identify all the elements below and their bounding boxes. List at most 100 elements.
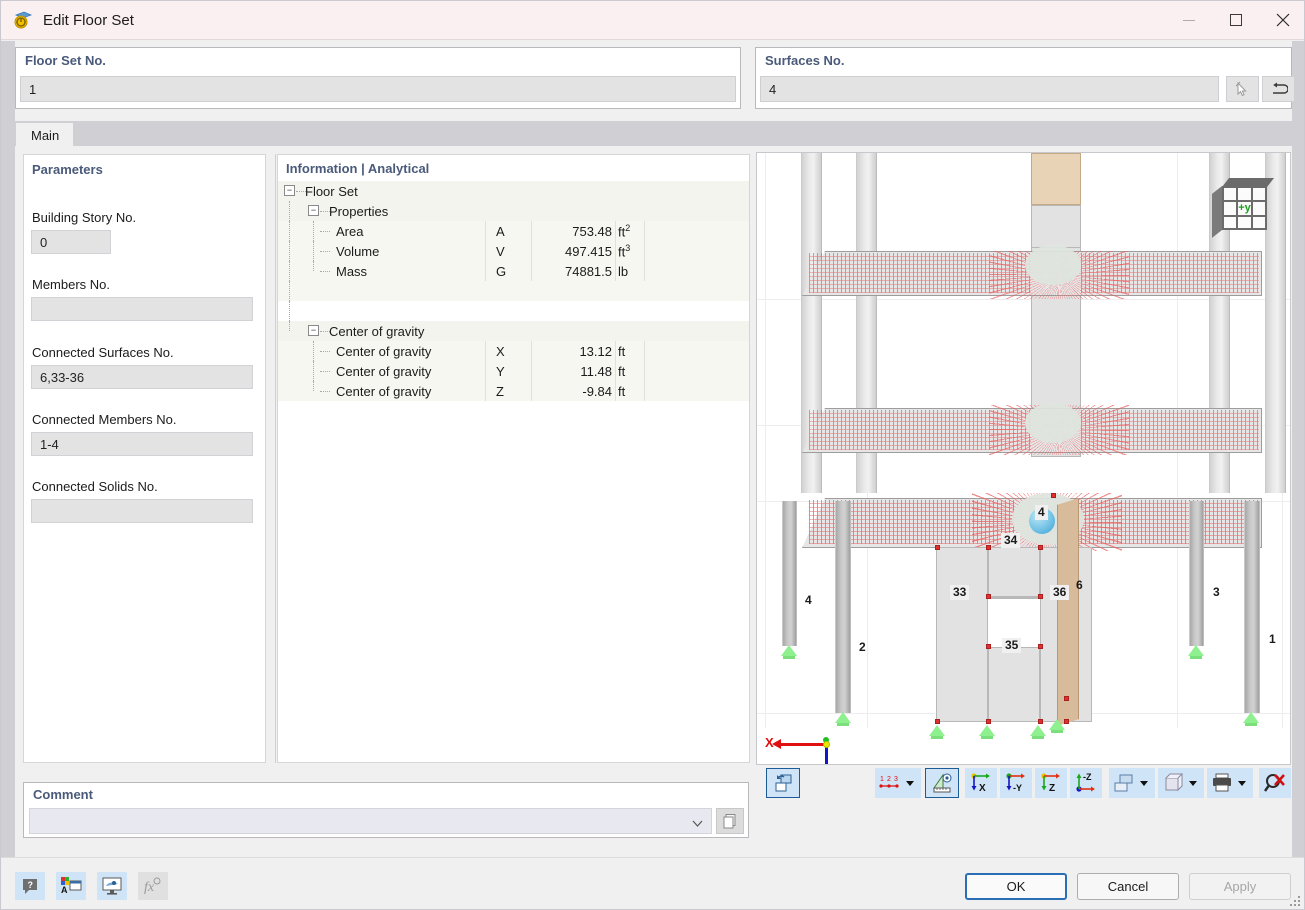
svg-text:-Z: -Z	[1083, 772, 1092, 782]
floor-set-no-input[interactable]: 1	[20, 76, 736, 102]
ok-button[interactable]: OK	[965, 873, 1067, 900]
print-button[interactable]	[1207, 768, 1253, 798]
solid-blocks-icon	[1114, 774, 1148, 792]
unit-area: ft2	[618, 222, 631, 240]
svg-text:1: 1	[880, 776, 884, 783]
expander-icon[interactable]: −	[308, 325, 319, 336]
display-style-button[interactable]	[1109, 768, 1155, 798]
axis-triad: X Z	[765, 731, 847, 764]
view-settings-button[interactable]	[97, 872, 127, 900]
view-z-button[interactable]: Z	[1035, 768, 1067, 798]
tree-label-volume: Volume	[336, 243, 380, 259]
magnifier-x-icon	[1264, 774, 1285, 792]
floor-set-icon	[12, 9, 34, 31]
tree-row-spacer	[278, 281, 749, 301]
view-negative-y-button[interactable]: -Y	[1000, 768, 1032, 798]
title-bar: Edit Floor Set	[1, 1, 1304, 40]
expander-icon[interactable]: −	[284, 185, 295, 196]
zoom-reset-button[interactable]	[1259, 768, 1291, 798]
expander-icon[interactable]: −	[308, 205, 319, 216]
support-symbol	[781, 645, 797, 659]
minimize-button[interactable]	[1165, 1, 1212, 40]
monitor-view-icon	[102, 877, 122, 895]
building-story-no-input[interactable]: 0	[31, 230, 111, 254]
tree-label-area: Area	[336, 223, 364, 239]
copy-pages-icon[interactable]	[716, 808, 744, 834]
wall-6	[1057, 498, 1079, 726]
object-label-36: 36	[1050, 585, 1070, 600]
value-volume: 497.415	[565, 243, 612, 259]
nav-cube-side-face[interactable]	[1212, 186, 1222, 238]
connected-surfaces-no-input[interactable]: 6,33-36	[31, 365, 253, 389]
connected-solids-no-input[interactable]	[31, 499, 253, 523]
node-point	[935, 719, 940, 724]
window-title: Edit Floor Set	[43, 11, 134, 29]
tree-label-mass: Mass	[336, 263, 368, 279]
tree-row-area[interactable]: Area A 753.48 ft2	[278, 221, 749, 241]
pick-cursor-icon[interactable]	[1226, 76, 1259, 102]
support-symbol	[1243, 712, 1259, 726]
information-tree: − Floor Set − Properties Area A 753.48 f…	[278, 181, 749, 401]
symbol-area: A	[496, 223, 505, 239]
tree-row-mass[interactable]: Mass G 74881.5 lb	[278, 261, 749, 281]
close-icon[interactable]	[1259, 1, 1304, 40]
unit-cog-z: ft	[618, 383, 626, 399]
svg-text:?: ?	[28, 880, 34, 890]
object-label-34: 34	[1001, 533, 1021, 548]
chevron-down-icon[interactable]	[692, 818, 703, 830]
help-button[interactable]: ?	[15, 872, 45, 900]
tree-row-volume[interactable]: Volume V 497.415 ft3	[278, 241, 749, 261]
object-label-column-1: 1	[1269, 632, 1276, 646]
node-point	[986, 644, 991, 649]
unit-mass: lb	[618, 263, 629, 279]
object-label-33: 33	[950, 585, 970, 600]
tree-label-cog-x: Center of gravity	[336, 343, 432, 359]
view-x-button[interactable]: X	[965, 768, 997, 798]
connected-members-no-input[interactable]: 1-4	[31, 432, 253, 456]
maximize-button[interactable]	[1212, 1, 1259, 40]
cancel-button[interactable]: Cancel	[1077, 873, 1179, 900]
tree-row-cog-x[interactable]: Center of gravity X 13.12 ft	[278, 341, 749, 361]
connected-solids-no-label: Connected Solids No.	[32, 479, 158, 494]
node-point	[935, 545, 940, 550]
model-viewport[interactable]: 4 34 33 36 6 35 4 2 3 1 +y X	[756, 152, 1291, 765]
display-properties-button[interactable]: A	[56, 872, 86, 900]
navigation-cube[interactable]: +y	[1212, 178, 1275, 238]
node-point	[1038, 719, 1043, 724]
tree-label-cog-z: Center of gravity	[336, 383, 432, 399]
view-negative-z-button[interactable]: -Z	[1070, 768, 1102, 798]
support-symbol	[1030, 725, 1046, 739]
object-label-6: 6	[1076, 578, 1083, 592]
axis-x-label: X	[765, 735, 774, 750]
node-point	[986, 545, 991, 550]
surfaces-no-label: Surfaces No.	[765, 53, 845, 68]
comment-input[interactable]	[29, 808, 712, 834]
undo-arrow-icon[interactable]	[1262, 76, 1295, 102]
render-mode-button[interactable]	[766, 768, 800, 798]
comment-label: Comment	[33, 787, 93, 802]
tree-row-spacer	[278, 301, 749, 321]
tree-row-cog-z[interactable]: Center of gravity Z -9.84 ft	[278, 381, 749, 401]
symbol-cog-y: Y	[496, 363, 505, 379]
tree-row-cog-y[interactable]: Center of gravity Y 11.48 ft	[278, 361, 749, 381]
parameters-title: Parameters	[32, 162, 103, 177]
tree-row-floor-set[interactable]: − Floor Set	[278, 181, 749, 201]
right-rail	[1292, 41, 1304, 857]
tab-strip: Main	[15, 121, 1292, 146]
measure-button[interactable]	[925, 768, 959, 798]
support-symbol	[929, 725, 945, 739]
node-point	[1038, 594, 1043, 599]
numbering-button[interactable]: 1 2 3	[875, 768, 921, 798]
tab-main[interactable]: Main	[16, 123, 74, 146]
surfaces-no-input[interactable]: 4	[760, 76, 1219, 102]
dialog-footer: ? A fx OK Cancel Apply	[1, 857, 1304, 909]
wireframe-button[interactable]	[1158, 768, 1204, 798]
ruler-eye-icon	[933, 773, 952, 793]
resize-grip[interactable]	[1290, 896, 1302, 908]
tree-row-center-of-gravity-group[interactable]: − Center of gravity	[278, 321, 749, 341]
tree-row-properties[interactable]: − Properties	[278, 201, 749, 221]
edit-floor-set-dialog: Edit Floor Set Floor Set No. 1 Surfaces …	[0, 0, 1305, 910]
members-no-input[interactable]	[31, 297, 253, 321]
svg-text:A: A	[61, 885, 68, 895]
value-cog-y: 11.48	[580, 363, 612, 379]
